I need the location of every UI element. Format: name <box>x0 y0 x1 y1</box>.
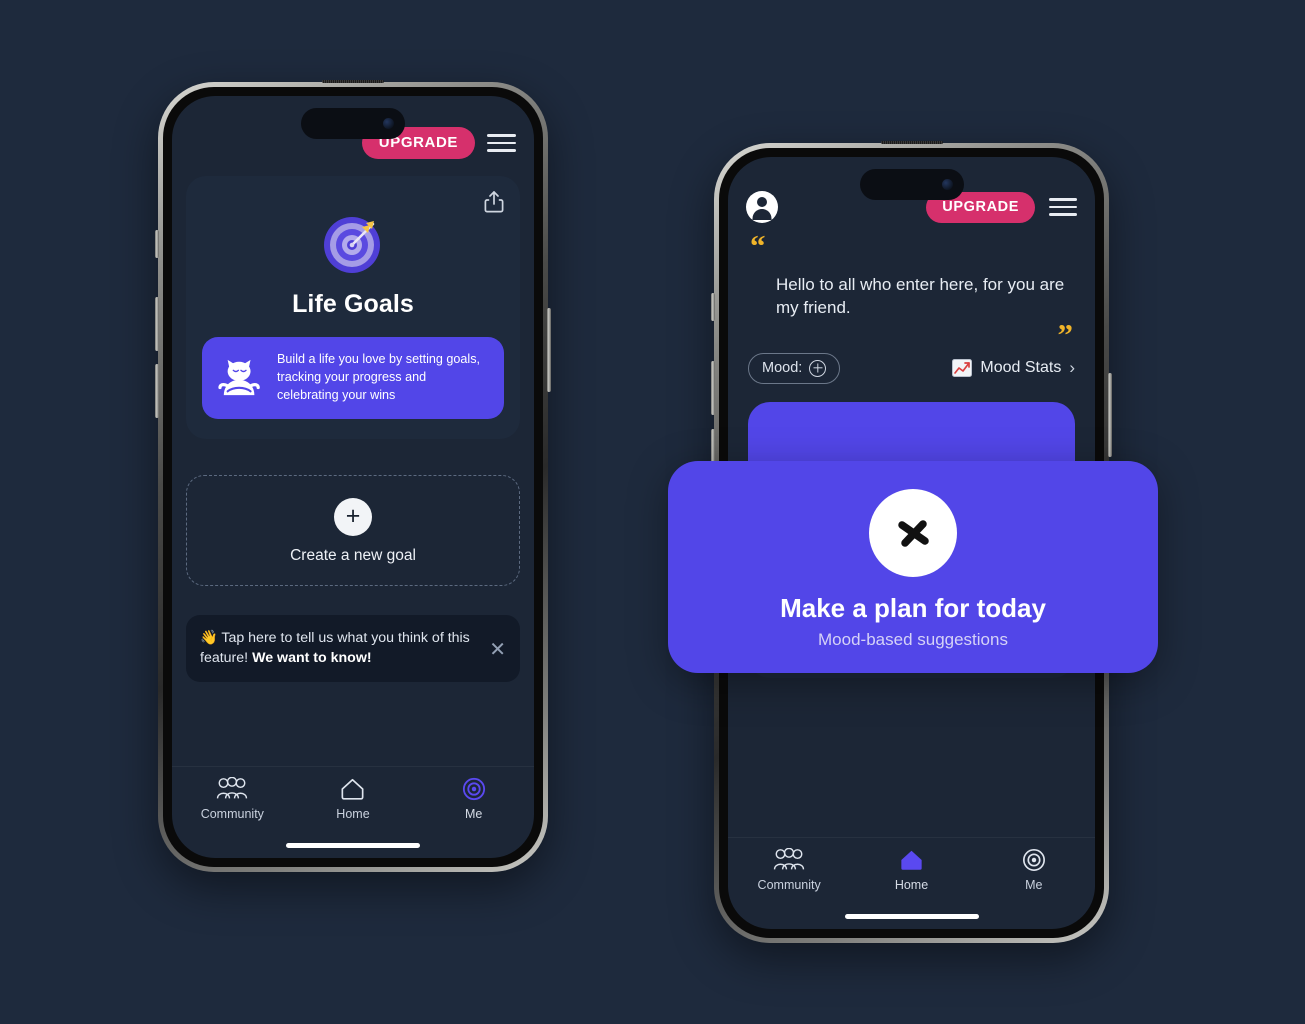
screenshot-stage: UPGRADE Life Goals Build a life you love… <box>0 0 1305 1024</box>
earpiece-speaker <box>880 141 943 144</box>
feedback-text: 👋 Tap here to tell us what you think of … <box>200 628 479 669</box>
phone-bezel: UPGRADE Life Goals Build a life you love… <box>163 80 543 867</box>
phone-mockup-left: UPGRADE Life Goals Build a life you love… <box>155 80 551 872</box>
life-goals-card: Life Goals Build a life you love by sett… <box>186 176 520 439</box>
target-circle-icon <box>462 777 485 801</box>
mood-row: Mood: Mood Stats › <box>728 345 1095 384</box>
dartboard-target-icon <box>324 217 380 273</box>
quote-text: Hello to all who enter here, for you are… <box>776 275 1065 318</box>
quote-close-icon: ” <box>1057 316 1074 352</box>
plus-circle-icon <box>809 359 827 377</box>
tab-home[interactable]: Home <box>293 777 412 821</box>
create-new-goal-label: Create a new goal <box>290 546 416 564</box>
meditating-cat-icon <box>218 359 260 395</box>
home-icon <box>341 778 364 800</box>
home-icon <box>901 850 922 870</box>
hamburger-line <box>1049 213 1077 216</box>
close-icon[interactable]: ✕ <box>489 628 506 660</box>
chart-increasing-icon <box>952 359 973 377</box>
quote-open-icon: “ <box>750 228 766 263</box>
make-a-plan-title: Make a plan for today <box>780 593 1046 623</box>
tab-community-label: Community <box>757 878 821 892</box>
hamburger-line <box>1049 205 1077 209</box>
make-a-plan-subtitle-highlight: Mood-based suggestions <box>818 630 1008 649</box>
front-camera-icon <box>941 179 953 190</box>
home-indicator <box>844 914 979 919</box>
power-button[interactable] <box>1108 373 1112 457</box>
hamburger-icon[interactable] <box>1049 198 1077 216</box>
asterisk-sparkle-icon <box>869 489 957 577</box>
mood-stats-label: Mood Stats <box>980 359 1062 376</box>
hamburger-line <box>487 141 516 145</box>
hamburger-line <box>487 134 516 137</box>
mood-label: Mood: <box>762 360 803 376</box>
tab-me[interactable]: Me <box>414 777 533 821</box>
power-button[interactable] <box>547 308 551 392</box>
tab-community-label: Community <box>200 807 264 821</box>
volume-up-button[interactable] <box>711 361 715 415</box>
dynamic-island <box>301 108 405 139</box>
tab-home-label: Home <box>336 807 370 821</box>
tab-me-label: Me <box>464 807 483 821</box>
goals-blurb-card: Build a life you love by setting goals, … <box>202 337 504 419</box>
hamburger-line <box>487 149 516 152</box>
feedback-banner[interactable]: 👋 Tap here to tell us what you think of … <box>186 614 520 682</box>
hamburger-line <box>1049 198 1077 201</box>
phone1-screen: UPGRADE Life Goals Build a life you love… <box>172 96 534 858</box>
mood-add-chip[interactable]: Mood: <box>748 352 841 384</box>
silent-switch[interactable] <box>155 230 159 258</box>
wave-emoji-icon: 👋 <box>200 629 218 646</box>
front-camera-icon <box>383 118 394 129</box>
hamburger-icon[interactable] <box>487 134 516 152</box>
home-indicator <box>286 843 420 848</box>
tab-home-label: Home <box>894 878 929 892</box>
account-avatar-icon[interactable] <box>746 191 778 223</box>
feedback-text-bold: We want to know! <box>252 650 372 667</box>
volume-down-button[interactable] <box>155 364 159 418</box>
create-new-goal-button[interactable]: + Create a new goal <box>186 474 520 586</box>
silent-switch[interactable] <box>711 293 715 321</box>
mood-stats-link[interactable]: Mood Stats › <box>952 358 1075 378</box>
goals-blurb-text: Build a life you love by setting goals, … <box>277 352 481 402</box>
people-group-icon <box>773 848 805 870</box>
volume-up-button[interactable] <box>155 297 159 351</box>
quote-block: “ Hello to all who enter here, for you a… <box>728 230 1095 352</box>
people-group-icon <box>217 777 248 799</box>
make-a-plan-highlight-card[interactable]: Make a plan for today Mood-based suggest… <box>668 461 1158 673</box>
dynamic-island <box>859 169 964 200</box>
tab-me[interactable]: Me <box>973 848 1094 892</box>
chevron-right-icon: › <box>1069 358 1075 377</box>
earpiece-speaker <box>322 80 384 83</box>
plus-icon: + <box>334 497 372 536</box>
page-title: Life Goals <box>292 290 414 318</box>
share-icon[interactable] <box>484 190 504 219</box>
tab-community[interactable]: Community <box>173 777 292 821</box>
tab-home[interactable]: Home <box>851 848 972 892</box>
tab-me-label: Me <box>1025 878 1043 892</box>
tab-community[interactable]: Community <box>729 848 850 892</box>
target-circle-icon <box>1022 849 1045 871</box>
